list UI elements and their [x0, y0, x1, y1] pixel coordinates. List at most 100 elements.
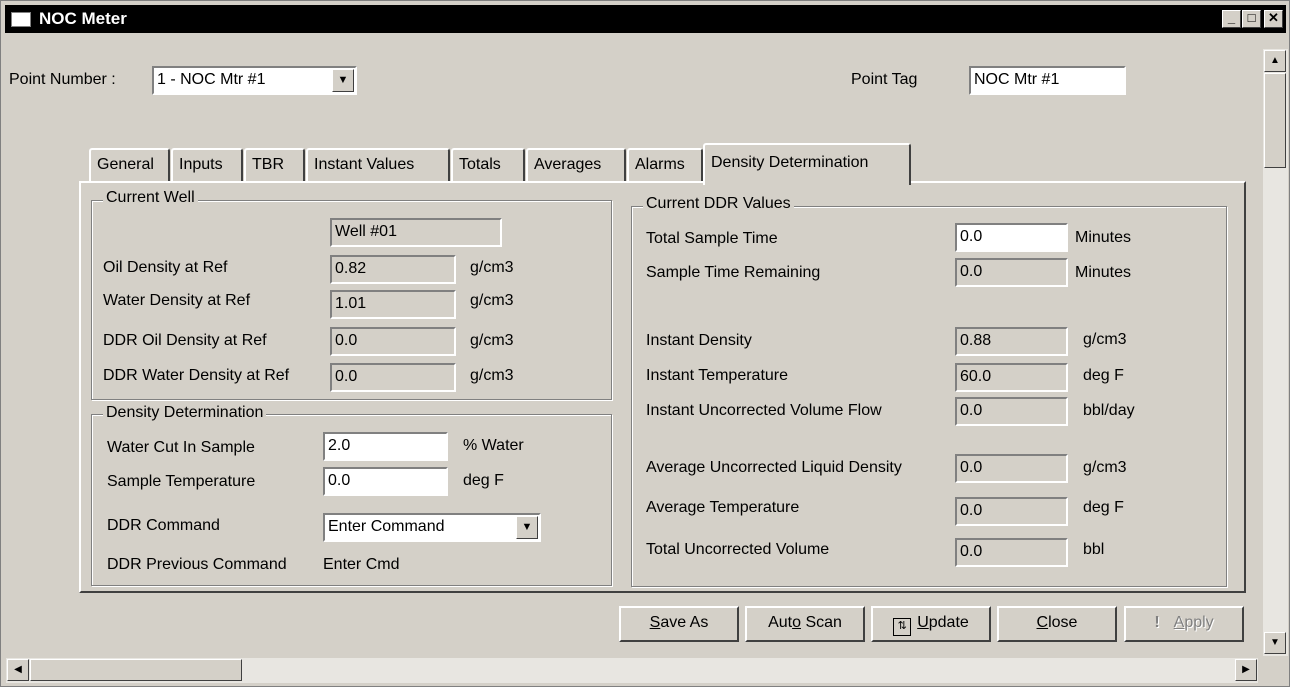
instant-temperature-unit: deg F	[1083, 367, 1124, 384]
sample-temperature-label: Sample Temperature	[107, 473, 256, 490]
arrow-down-icon: ▼	[1270, 637, 1280, 648]
instant-temperature-label: Instant Temperature	[646, 367, 789, 384]
horizontal-scrollbar[interactable]: ◀ ▶	[6, 658, 1258, 683]
current-well-legend: Current Well	[103, 189, 198, 207]
water-cut-unit: % Water	[463, 437, 524, 454]
close-window-button[interactable]: ✕	[1264, 10, 1283, 28]
total-sample-time-input[interactable]: 0.0	[955, 223, 1068, 252]
close-label: lose	[1048, 614, 1078, 631]
total-uncorrected-volume-field: 0.0	[955, 538, 1068, 567]
ddr-oil-density-field: 0.0	[330, 327, 456, 356]
scroll-left-button[interactable]: ◀	[7, 659, 29, 681]
apply-button[interactable]: ! Apply	[1124, 606, 1244, 642]
total-sample-time-label: Total Sample Time	[646, 230, 778, 247]
noc-meter-window: NOC Meter _ □ ✕ Point Number : 1 - NOC M…	[0, 0, 1290, 687]
ddr-water-density-field: 0.0	[330, 363, 456, 392]
ddr-water-density-unit: g/cm3	[470, 367, 514, 384]
minimize-button[interactable]: _	[1222, 10, 1241, 28]
sample-temperature-unit: deg F	[463, 472, 504, 489]
tab-tbr[interactable]: TBR	[244, 148, 305, 182]
window-title: NOC Meter	[39, 9, 127, 28]
instant-density-field: 0.88	[955, 327, 1068, 356]
current-ddr-values-legend: Current DDR Values	[643, 195, 794, 213]
density-determination-legend: Density Determination	[103, 404, 267, 422]
close-mnemonic: C	[1036, 614, 1049, 631]
scroll-right-button[interactable]: ▶	[1235, 659, 1257, 681]
tab-instant-values[interactable]: Instant Values	[306, 148, 450, 182]
maximize-icon: □	[1247, 10, 1256, 25]
oil-density-label: Oil Density at Ref	[103, 259, 228, 276]
save-as-button[interactable]: Save As	[619, 606, 739, 642]
close-button[interactable]: Close	[997, 606, 1117, 642]
auto-scan-label-a: Aut	[768, 614, 793, 631]
point-number-select[interactable]: 1 - NOC Mtr #1 ▼	[152, 66, 357, 95]
close-icon: ✕	[1268, 10, 1279, 25]
vertical-scrollbar[interactable]: ▲ ▼	[1263, 49, 1288, 656]
tab-inputs[interactable]: Inputs	[171, 148, 243, 182]
sample-temperature-input[interactable]: 0.0	[323, 467, 448, 496]
arrow-up-icon: ▲	[1270, 55, 1280, 66]
update-button[interactable]: ⇅ Update	[871, 606, 991, 642]
arrow-right-icon: ▶	[1242, 664, 1250, 675]
tab-alarms[interactable]: Alarms	[627, 148, 703, 182]
ddr-command-select[interactable]: Enter Command ▼	[323, 513, 541, 542]
save-as-mnemonic: S	[649, 614, 661, 631]
ddr-previous-command-label: DDR Previous Command	[107, 556, 287, 573]
window-icon	[11, 12, 31, 27]
oil-density-field: 0.82	[330, 255, 456, 284]
avg-liquid-density-label: Average Uncorrected Liquid Density	[646, 459, 902, 476]
avg-liquid-density-field: 0.0	[955, 454, 1068, 483]
ddr-oil-density-label: DDR Oil Density at Ref	[103, 332, 267, 349]
chevron-down-icon[interactable]: ▼	[332, 69, 354, 92]
water-density-field: 1.01	[330, 290, 456, 319]
apply-mnemonic: A	[1173, 614, 1185, 631]
minimize-icon: _	[1227, 10, 1236, 25]
well-name-field: Well #01	[330, 218, 502, 247]
water-density-unit: g/cm3	[470, 292, 514, 309]
apply-label: pply	[1184, 614, 1214, 631]
tab-totals[interactable]: Totals	[451, 148, 525, 182]
tab-averages[interactable]: Averages	[526, 148, 626, 182]
instant-temperature-field: 60.0	[955, 363, 1068, 392]
total-sample-time-unit: Minutes	[1075, 229, 1132, 246]
sample-time-remaining-label: Sample Time Remaining	[646, 264, 821, 281]
ddr-water-density-label: DDR Water Density at Ref	[103, 367, 290, 384]
instant-volume-flow-field: 0.0	[955, 397, 1068, 426]
point-tag-label: Point Tag	[851, 71, 918, 88]
auto-scan-button[interactable]: Auto Scan	[745, 606, 865, 642]
scroll-down-button[interactable]: ▼	[1264, 632, 1286, 654]
ddr-command-label: DDR Command	[107, 517, 220, 534]
auto-scan-mnemonic: o	[792, 614, 801, 631]
title-bar[interactable]: NOC Meter _ □ ✕	[5, 5, 1286, 33]
avg-temperature-label: Average Temperature	[646, 499, 800, 516]
avg-liquid-density-unit: g/cm3	[1083, 459, 1127, 476]
ddr-command-value: Enter Command	[328, 518, 445, 535]
instant-volume-flow-unit: bbl/day	[1083, 402, 1135, 419]
scrollbar-corner	[1263, 658, 1288, 683]
point-tag-input[interactable]: NOC Mtr #1	[969, 66, 1126, 95]
tab-density-determination[interactable]: Density Determination	[703, 143, 911, 185]
instant-density-label: Instant Density	[646, 332, 752, 349]
scroll-up-button[interactable]: ▲	[1264, 50, 1286, 72]
tab-general[interactable]: General	[89, 148, 170, 182]
total-uncorrected-volume-label: Total Uncorrected Volume	[646, 541, 830, 558]
update-label: pdate	[928, 614, 969, 631]
update-icon: ⇅	[893, 618, 912, 636]
horizontal-scroll-thumb[interactable]	[30, 659, 242, 681]
point-number-label: Point Number :	[9, 71, 116, 88]
ddr-previous-command-value: Enter Cmd	[323, 556, 400, 573]
water-cut-input[interactable]: 2.0	[323, 432, 448, 461]
ddr-oil-density-unit: g/cm3	[470, 332, 514, 349]
exclamation-icon: !	[1154, 614, 1160, 631]
total-uncorrected-volume-unit: bbl	[1083, 541, 1105, 558]
update-mnemonic: U	[917, 614, 929, 631]
save-as-label: ave As	[660, 614, 709, 631]
auto-scan-label-b: Scan	[801, 614, 842, 631]
maximize-button[interactable]: □	[1242, 10, 1261, 28]
chevron-down-icon[interactable]: ▼	[516, 516, 538, 539]
avg-temperature-unit: deg F	[1083, 499, 1124, 516]
avg-temperature-field: 0.0	[955, 497, 1068, 526]
sample-time-remaining-unit: Minutes	[1075, 264, 1132, 281]
sample-time-remaining-field: 0.0	[955, 258, 1068, 287]
vertical-scroll-thumb[interactable]	[1264, 73, 1286, 168]
